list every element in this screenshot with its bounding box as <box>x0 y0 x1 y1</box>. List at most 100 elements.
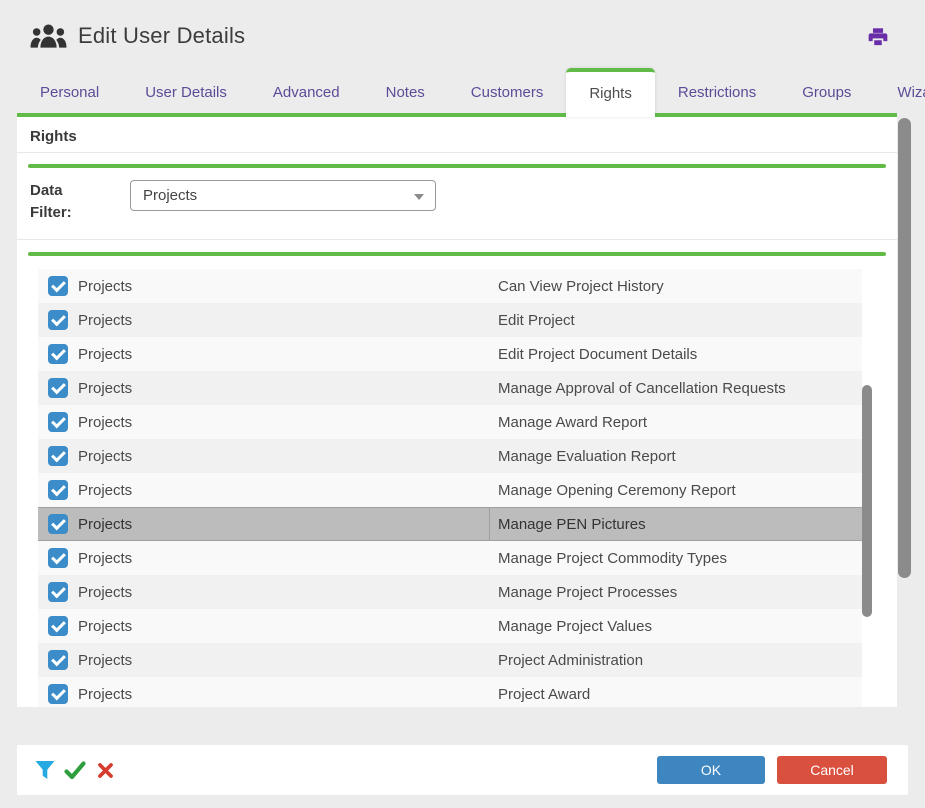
cancel-button[interactable]: Cancel <box>777 756 887 784</box>
rights-row[interactable]: Projects Manage Evaluation Report <box>38 439 862 473</box>
tab-label: Customers <box>471 84 544 101</box>
tab-label: Groups <box>802 84 851 101</box>
rights-row-group-cell: Projects <box>38 303 490 337</box>
rights-row-group-cell: Projects <box>38 269 490 303</box>
rights-row[interactable]: Projects Project Administration <box>38 643 862 677</box>
page-title: Edit User Details <box>78 23 245 49</box>
row-group-label: Projects <box>78 516 132 533</box>
data-filter-select[interactable]: Projects <box>130 180 436 211</box>
row-right-label: Manage Project Commodity Types <box>498 550 727 567</box>
rights-row[interactable]: Projects Manage Opening Ceremony Report <box>38 473 862 507</box>
tab-label: Rights <box>589 85 632 102</box>
checked-checkbox[interactable] <box>48 514 68 534</box>
checked-checkbox[interactable] <box>48 684 68 704</box>
row-group-label: Projects <box>78 482 132 499</box>
checked-checkbox[interactable] <box>48 412 68 432</box>
tab-rights[interactable]: Rights <box>566 68 655 117</box>
row-right-label: Can View Project History <box>498 278 664 295</box>
rights-row[interactable]: Projects Manage Award Report <box>38 405 862 439</box>
rights-row-group-cell: Projects <box>38 677 490 707</box>
checked-checkbox[interactable] <box>48 480 68 500</box>
checked-checkbox[interactable] <box>48 582 68 602</box>
row-right-label: Manage Project Processes <box>498 584 677 601</box>
rights-row-right-cell: Project Award <box>490 677 862 707</box>
rights-row-right-cell: Manage Evaluation Report <box>490 439 862 473</box>
rights-row[interactable]: Projects Edit Project Document Details <box>38 337 862 371</box>
checked-checkbox[interactable] <box>48 446 68 466</box>
rights-row[interactable]: Projects Manage Project Processes <box>38 575 862 609</box>
checked-checkbox[interactable] <box>48 310 68 330</box>
section-heading: Rights <box>30 128 77 145</box>
row-right-label: Manage Approval of Cancellation Requests <box>498 380 786 397</box>
row-group-label: Projects <box>78 448 132 465</box>
footer-buttons: OK Cancel <box>657 756 887 784</box>
row-right-label: Manage Evaluation Report <box>498 448 676 465</box>
rights-row[interactable]: Projects Edit Project <box>38 303 862 337</box>
tab-label: Notes <box>386 84 425 101</box>
rights-row-group-cell: Projects <box>38 508 490 540</box>
rights-row-right-cell: Manage Approval of Cancellation Requests <box>490 371 862 405</box>
rights-row-right-cell: Manage Project Commodity Types <box>490 541 862 575</box>
rights-row-right-cell: Can View Project History <box>490 269 862 303</box>
checked-checkbox[interactable] <box>48 616 68 636</box>
tab-label: Advanced <box>273 84 340 101</box>
row-group-label: Projects <box>78 380 132 397</box>
tab-personal[interactable]: Personal <box>17 68 122 117</box>
row-right-label: Manage PEN Pictures <box>498 516 646 533</box>
checked-checkbox[interactable] <box>48 378 68 398</box>
printer-icon[interactable] <box>866 26 890 50</box>
rights-panel: Rights Data Filter: Projects Projects Ca… <box>17 117 897 707</box>
filter-icon[interactable] <box>32 757 58 783</box>
rights-row-group-cell: Projects <box>38 609 490 643</box>
tab-groups[interactable]: Groups <box>779 68 874 117</box>
rights-row-group-cell: Projects <box>38 473 490 507</box>
check-icon[interactable] <box>62 757 88 783</box>
checked-checkbox[interactable] <box>48 344 68 364</box>
rights-row-right-cell: Manage Project Values <box>490 609 862 643</box>
rights-row-right-cell: Edit Project <box>490 303 862 337</box>
rights-row[interactable]: Projects Manage Project Commodity Types <box>38 541 862 575</box>
row-group-label: Projects <box>78 686 132 703</box>
checked-checkbox[interactable] <box>48 650 68 670</box>
tab-label: Restrictions <box>678 84 756 101</box>
tab-customers[interactable]: Customers <box>448 68 567 117</box>
rights-row[interactable]: Projects Manage PEN Pictures <box>38 507 862 541</box>
cross-icon[interactable] <box>92 757 118 783</box>
rights-row[interactable]: Projects Manage Project Values <box>38 609 862 643</box>
row-right-label: Manage Award Report <box>498 414 647 431</box>
divider <box>17 152 897 153</box>
rights-row-right-cell: Manage PEN Pictures <box>490 508 862 540</box>
tab-bar: Personal User Details Advanced Notes Cus… <box>17 68 905 117</box>
rights-row-group-cell: Projects <box>38 575 490 609</box>
checked-checkbox[interactable] <box>48 548 68 568</box>
rights-row[interactable]: Projects Manage Approval of Cancellation… <box>38 371 862 405</box>
rights-row[interactable]: Projects Can View Project History <box>38 269 862 303</box>
green-separator <box>28 252 886 256</box>
green-separator <box>28 164 886 168</box>
divider <box>17 239 897 240</box>
footer-icons <box>32 745 118 795</box>
row-right-label: Manage Opening Ceremony Report <box>498 482 736 499</box>
tab-wizards[interactable]: Wizards <box>874 68 925 117</box>
rights-row-group-cell: Projects <box>38 541 490 575</box>
tab-label: Personal <box>40 84 99 101</box>
row-group-label: Projects <box>78 584 132 601</box>
tab-label: User Details <box>145 84 227 101</box>
ok-button[interactable]: OK <box>657 756 765 784</box>
tab-restrictions[interactable]: Restrictions <box>655 68 779 117</box>
rights-row-right-cell: Manage Project Processes <box>490 575 862 609</box>
chevron-down-icon <box>414 194 424 200</box>
rights-row[interactable]: Projects Project Award <box>38 677 862 707</box>
row-group-label: Projects <box>78 652 132 669</box>
row-group-label: Projects <box>78 278 132 295</box>
dialog-header: Edit User Details <box>30 22 245 50</box>
list-scrollbar-thumb[interactable] <box>862 385 872 617</box>
page-scrollbar-thumb[interactable] <box>898 118 911 578</box>
row-right-label: Project Administration <box>498 652 643 669</box>
tab-advanced[interactable]: Advanced <box>250 68 363 117</box>
tab-label: Wizards <box>897 84 925 101</box>
row-right-label: Project Award <box>498 686 590 703</box>
tab-user-details[interactable]: User Details <box>122 68 250 117</box>
tab-notes[interactable]: Notes <box>363 68 448 117</box>
checked-checkbox[interactable] <box>48 276 68 296</box>
